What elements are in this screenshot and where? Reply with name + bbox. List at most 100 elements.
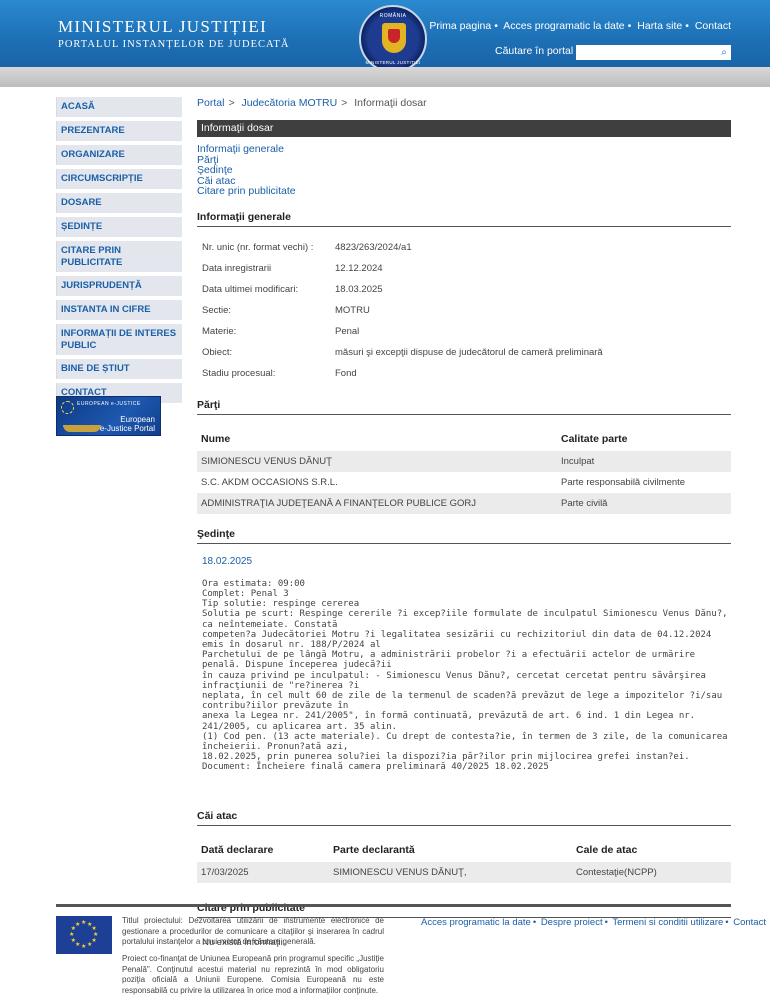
eu-star-icon: ★ [87, 942, 93, 949]
info-label: Nr. unic (nr. format vechi) : [202, 241, 314, 253]
appeal-party: SIMIONESCU VENUS DĂNUŢ, [329, 861, 572, 883]
main-content: Portal > Judecătoria MOTRU > Informaţii do… [197, 97, 731, 948]
party-role: Parte responsabilă civilmente [561, 476, 686, 488]
ejustice-portal-banner[interactable]: EUROPEAN e-JUSTICE European e-Justice Po… [56, 396, 161, 436]
emblem-top-text: ROMÂNIA [379, 13, 407, 19]
sidebar-item-citare[interactable]: CITARE PRIN PUBLICITATE [56, 241, 182, 272]
info-row: Obiect: măsuri şi excepţii dispuse de jud… [197, 342, 731, 363]
hearing-line: anexa la Legea nr. 241/2005", în formă c… [202, 711, 696, 732]
info-value: 4823/263/2024/a1 [335, 241, 412, 253]
info-value: MOTRU [335, 304, 370, 316]
info-row: Materie: Penal [197, 321, 731, 342]
nav-prima-pagina[interactable]: Prima pagina [429, 20, 491, 32]
nav-acces-programatic[interactable]: Acces programatic la date [503, 20, 624, 32]
info-row: Data ultimei modificari: 18.03.2025 [197, 279, 731, 300]
table-header-row: Dată declarare Parte declarantă Cale de … [197, 839, 731, 862]
table-header-row: Nume Calitate parte [197, 428, 731, 451]
hearing-line: neplata, în cel mult 60 de zile de la te… [202, 690, 723, 712]
hearing-line: Solutia pe scurt: Respinge cererile ?i e… [202, 609, 728, 630]
search-label: Căutare în portal [495, 45, 574, 57]
nav-contact[interactable]: Contact [695, 20, 731, 32]
hearing-line: Ora estimata: 09:00 [202, 578, 305, 589]
sidebar-item-circumscriptie[interactable]: CIRCUMSCRIPȚIE [56, 169, 182, 189]
anchor-citare[interactable]: Citare prin publicitate [197, 186, 731, 197]
general-info-table: Nr. unic (nr. format vechi) : 4823/263/20… [197, 237, 731, 384]
info-value: Fond [335, 367, 357, 379]
anchor-sedinte[interactable]: Şedinţe [197, 165, 731, 176]
scales-icon [63, 425, 101, 432]
hearing-line: Document: Încheiere finală camera prelim… [202, 762, 549, 773]
sidebar-item-prezentare[interactable]: PREZENTARE [56, 121, 182, 141]
eu-star-icon: ★ [75, 921, 81, 928]
hearing-line: în cauza privind pe inculpatul: - Simion… [202, 670, 706, 691]
header-subbar [0, 67, 770, 87]
hearing-date: 18.02.2025 [202, 555, 253, 567]
sidebar-item-dosare[interactable]: DOSARE [56, 193, 182, 213]
sidebar-item-instanta-in-cifre[interactable]: INSTANTA IN CIFRE [56, 300, 182, 320]
site-subtitle: PORTALUL INSTANȚELOR DE JUDECATĂ [58, 39, 290, 50]
section-anchors: Informaţii generale Părţi Şedinţe Căi at… [197, 144, 731, 197]
column-header-nume: Nume [201, 433, 231, 445]
footer-link-contact[interactable]: Contact [733, 917, 766, 928]
table-row: SIMIONESCU VENUS DĂNUŢ Inculpat [197, 450, 731, 472]
top-nav: Prima pagina • Acces programatic la date •… [429, 20, 731, 32]
table-row: ADMINISTRAŢIA JUDEŢEANĂ A FINANŢELOR PUB… [197, 492, 731, 514]
party-role: Inculpat [557, 450, 731, 472]
column-header-parte: Parte declarantă [333, 844, 415, 857]
section-title-cai-atac: Căi atac [197, 810, 731, 826]
footer-project-title: Titlul proiectului: Dezvoltarea utilizăr… [122, 916, 384, 946]
eu-star-icon: ★ [81, 920, 87, 926]
breadcrumb: Portal > Judecătoria MOTRU > Informaţii do… [197, 97, 427, 109]
hearing-line: (1) Cod pen. (13 acte materiale). Cu dre… [202, 731, 728, 752]
emblem-bottom-text: MINISTERUL JUSTIȚIEI [365, 60, 421, 65]
info-label: Sectie: [202, 304, 232, 316]
search-icon[interactable]: ⌕ [717, 45, 731, 60]
party-role: Parte civilă [557, 492, 731, 514]
sidebar-item-informatii-interes-public[interactable]: INFORMAȚII DE INTERES PUBLIC [56, 324, 182, 355]
eu-star-icon: ★ [81, 944, 87, 950]
sidebar-item-bine-de-stiut[interactable]: BINE DE ȘTIUT [56, 359, 182, 379]
anchor-parti[interactable]: Părţi [197, 154, 731, 166]
coat-of-arms-logo: ROMÂNIA MINISTERUL JUSTIȚIEI [359, 5, 427, 73]
info-row: Stadiu procesual: Fond [197, 363, 731, 384]
sidebar-item-jurisprudenta[interactable]: JURISPRUDENȚĂ [56, 276, 182, 296]
info-value: Penal [335, 325, 360, 337]
hearing-entry: 18.02.2025 Ora estimata: 09:00 Complet: … [197, 555, 731, 773]
ejustice-title: European e-Justice Portal [100, 415, 155, 433]
table-row: 17/03/2025 SIMIONESCU VENUS DĂNUŢ, Conte… [197, 861, 731, 883]
nav-harta-site[interactable]: Harta site [637, 20, 682, 32]
info-value: măsuri şi excepţii dispuse de judecătoru… [335, 346, 603, 358]
appeal-type: Contestaţie(NCPP) [572, 861, 731, 883]
info-label: Data inregistrarii [202, 262, 272, 274]
footer-link-termeni[interactable]: Termeni si conditii utilizare [612, 917, 723, 928]
hearing-line: Tip solutie: respinge cererea [202, 599, 360, 610]
ejustice-small-text: EUROPEAN e-JUSTICE [77, 401, 141, 407]
hearing-line: Parchetului de pe lângă Motru, a adminis… [202, 650, 696, 671]
search-input[interactable] [576, 45, 721, 60]
sidebar: ACASĂ PREZENTARE ORGANIZARE CIRCUMSCRIPȚ… [56, 97, 182, 407]
site-title[interactable]: MINISTERUL JUSTIȚIEI [58, 17, 267, 37]
info-value: 18.03.2025 [335, 283, 383, 295]
ejustice-title-line2: e-Justice Portal [99, 424, 155, 433]
info-row: Sectie: MOTRU [197, 300, 731, 321]
ejustice-logo-icon [61, 401, 74, 414]
footer-divider [56, 904, 731, 907]
sidebar-item-organizare[interactable]: ORGANIZARE [56, 145, 182, 165]
parti-table: Nume Calitate parte SIMIONESCU VENUS DĂN… [197, 428, 731, 514]
footer-links: Acces programatic la date • Despre proiec… [421, 917, 766, 928]
hearing-line: competen?a Judecătoriei Motru ?i legalit… [202, 629, 712, 650]
party-name: SIMIONESCU VENUS DĂNUŢ [197, 450, 557, 472]
section-title-sedinte: Şedinţe [197, 528, 731, 544]
page-title: Informaţii dosar [197, 120, 731, 137]
sidebar-item-sedinte[interactable]: ȘEDINȚE [56, 217, 182, 237]
section-title-general: Informaţii generale [197, 211, 731, 227]
breadcrumb-portal[interactable]: Portal [197, 97, 224, 109]
sidebar-item-acasa[interactable]: ACASĂ [56, 97, 182, 117]
anchor-informatii-generale[interactable]: Informaţii generale [197, 144, 731, 155]
footer-link-acces[interactable]: Acces programatic la date [421, 917, 531, 928]
info-label: Stadiu procesual: [202, 367, 276, 379]
footer-link-despre[interactable]: Despre proiect [541, 917, 603, 928]
breadcrumb-judecatoria[interactable]: Judecătoria MOTRU [242, 97, 338, 109]
table-row: S.C. AKDM OCCASIONS S.R.L. Parte responsa… [197, 472, 731, 493]
info-row: Nr. unic (nr. format vechi) : 4823/263/20… [197, 237, 731, 258]
